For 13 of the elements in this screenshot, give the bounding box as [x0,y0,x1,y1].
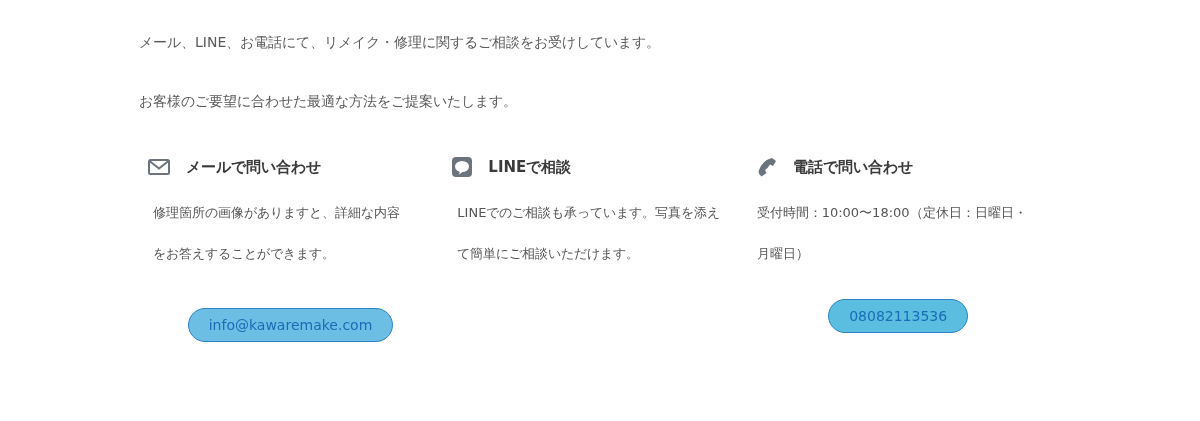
description-text: 受付時間：10:00〜18:00（定休日：日曜日・月曜日） [756,204,1027,263]
description-text: 修理箇所の画像がありますと、詳細な内容をお答えすることができます。 [153,204,401,263]
description-text: LINEでのご相談も承っています。写真を添えて簡単にご相談いただけます。 [457,204,722,263]
email-button[interactable]: info@kawaremake.com [187,308,394,342]
chat-bubble-icon [452,157,473,177]
phone-icon [756,157,777,177]
intro-text: お客様のご要望に合わせた最適な方法をご提案いたします。 [139,92,518,111]
mail-icon [148,159,170,175]
phone-number-button[interactable]: 08082113536 [828,299,969,333]
intro-text: メール、LINE、お電話にて、リメイク・修理に関するご相談をお受けしています。 [139,33,662,52]
section-heading: メールで問い合わせ [186,157,321,177]
section-heading: 電話で問い合わせ [792,157,913,177]
section-heading: LINEで相談 [488,157,572,177]
